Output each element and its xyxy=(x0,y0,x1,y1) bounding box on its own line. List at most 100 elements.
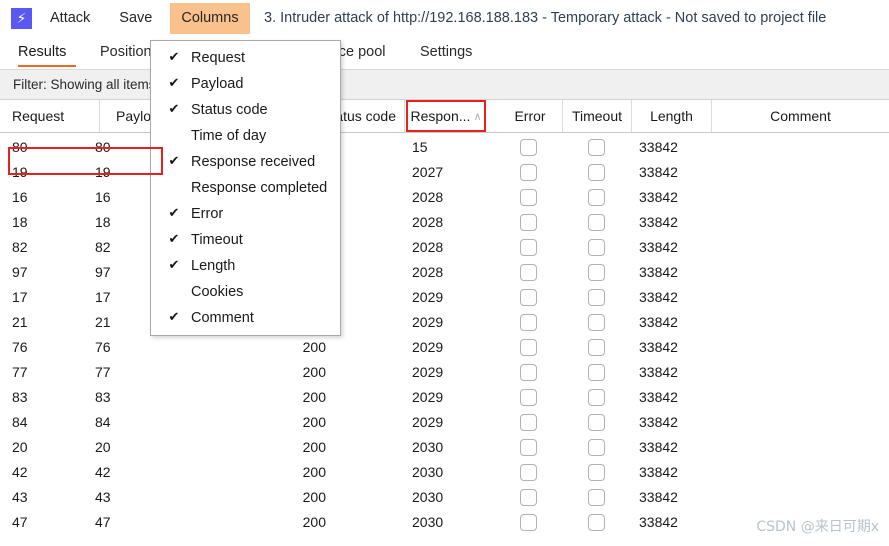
tab-results[interactable]: Results xyxy=(18,37,76,70)
table-row[interactable]: 43 43 200 2030 33842 xyxy=(0,485,889,510)
menu-item-timeout[interactable]: ✔ Timeout xyxy=(151,227,340,253)
timeout-checkbox[interactable] xyxy=(588,164,605,181)
check-icon: ✔ xyxy=(168,102,180,117)
column-header-error[interactable]: Error xyxy=(498,100,563,132)
check-icon: ✔ xyxy=(168,258,180,273)
filter-bar[interactable]: Filter: Showing all items xyxy=(0,70,889,100)
table-row[interactable]: 20 20 200 2030 33842 xyxy=(0,435,889,460)
cell-resp: 15 xyxy=(412,139,428,155)
table-row[interactable]: 8282200202833842 xyxy=(0,235,889,260)
menu-item-time-of-day[interactable]: Time of day xyxy=(151,123,340,149)
timeout-checkbox[interactable] xyxy=(588,189,605,206)
error-checkbox[interactable] xyxy=(520,139,537,156)
check-icon: ✔ xyxy=(168,50,180,65)
timeout-checkbox[interactable] xyxy=(588,314,605,331)
column-header-label: Respon... xyxy=(410,108,471,124)
timeout-checkbox[interactable] xyxy=(588,139,605,156)
table-row[interactable]: 77 77 200 2029 33842 xyxy=(0,360,889,385)
column-header-resp[interactable]: Respon... ∧ xyxy=(406,100,486,132)
timeout-checkbox[interactable] xyxy=(588,214,605,231)
error-checkbox[interactable] xyxy=(520,489,537,506)
menu-item-cookies[interactable]: Cookies xyxy=(151,279,340,305)
table-row[interactable]: 1919200202733842 xyxy=(0,160,889,185)
menu-item-response-completed[interactable]: Response completed xyxy=(151,175,340,201)
table-row[interactable]: 83 83 200 2029 33842 xyxy=(0,385,889,410)
table-row[interactable]: 1818200202833842 xyxy=(0,210,889,235)
timeout-checkbox[interactable] xyxy=(588,489,605,506)
error-checkbox[interactable] xyxy=(520,464,537,481)
cell-request: 20 xyxy=(12,439,28,455)
menu-item-comment[interactable]: ✔ Comment xyxy=(151,305,340,331)
timeout-checkbox[interactable] xyxy=(588,389,605,406)
error-checkbox[interactable] xyxy=(520,514,537,531)
cell-request: 21 xyxy=(12,314,28,330)
window-title: 3. Intruder attack of http://192.168.188… xyxy=(264,10,827,26)
error-checkbox[interactable] xyxy=(520,439,537,456)
columns-dropdown-menu[interactable]: ✔ Request ✔ Payload ✔ Status code Time of day ✔… xyxy=(150,40,341,336)
table-row[interactable]: 76 76 200 2029 33842 xyxy=(0,335,889,360)
menu-item-error[interactable]: ✔ Error xyxy=(151,201,340,227)
tab-settings[interactable]: Settings xyxy=(420,37,490,70)
table-row[interactable]: 84 84 200 2029 33842 xyxy=(0,410,889,435)
timeout-checkbox[interactable] xyxy=(588,364,605,381)
timeout-checkbox[interactable] xyxy=(588,414,605,431)
error-checkbox[interactable] xyxy=(520,189,537,206)
table-row[interactable]: 1616200202833842 xyxy=(0,185,889,210)
cell-resp: 2029 xyxy=(412,289,444,305)
timeout-checkbox[interactable] xyxy=(588,239,605,256)
menu-item-label: Time of day xyxy=(191,128,267,144)
table-row[interactable]: 2121200202933842 xyxy=(0,310,889,335)
timeout-checkbox[interactable] xyxy=(588,464,605,481)
timeout-checkbox[interactable] xyxy=(588,514,605,531)
check-icon: ✔ xyxy=(168,154,180,169)
cell-length: 33842 xyxy=(639,439,678,455)
filter-label: Filter: Showing all items xyxy=(13,77,156,92)
timeout-checkbox[interactable] xyxy=(588,289,605,306)
timeout-checkbox[interactable] xyxy=(588,439,605,456)
error-checkbox[interactable] xyxy=(520,164,537,181)
menu-item-request[interactable]: ✔ Request xyxy=(151,45,340,71)
column-header-label: Length xyxy=(650,108,693,124)
table-row[interactable]: 9797200202833842 xyxy=(0,260,889,285)
save-button[interactable]: Save xyxy=(108,3,163,34)
error-checkbox[interactable] xyxy=(520,389,537,406)
error-checkbox[interactable] xyxy=(520,239,537,256)
timeout-checkbox[interactable] xyxy=(588,264,605,281)
table-row[interactable]: 1717200202933842 xyxy=(0,285,889,310)
timeout-checkbox[interactable] xyxy=(588,339,605,356)
cell-resp: 2028 xyxy=(412,214,444,230)
table-row[interactable]: 80802001533842 xyxy=(0,135,889,160)
menu-item-response-received[interactable]: ✔ Response received xyxy=(151,149,340,175)
error-checkbox[interactable] xyxy=(520,414,537,431)
cell-resp: 2028 xyxy=(412,239,444,255)
columns-button[interactable]: Columns xyxy=(170,3,250,34)
cell-resp: 2029 xyxy=(412,314,444,330)
column-header-request[interactable]: Request xyxy=(0,100,100,132)
column-header-length[interactable]: Length xyxy=(632,100,712,132)
cell-resp: 2029 xyxy=(412,389,444,405)
cell-request: 16 xyxy=(12,189,28,205)
cell-status: 200 xyxy=(302,489,326,505)
cell-length: 33842 xyxy=(639,314,678,330)
error-checkbox[interactable] xyxy=(520,339,537,356)
menu-item-status-code[interactable]: ✔ Status code xyxy=(151,97,340,123)
error-checkbox[interactable] xyxy=(520,364,537,381)
menu-item-label: Length xyxy=(191,258,236,274)
attack-button[interactable]: Attack xyxy=(39,3,101,34)
error-checkbox[interactable] xyxy=(520,314,537,331)
cell-length: 33842 xyxy=(639,164,678,180)
cell-request: 17 xyxy=(12,289,28,305)
menu-item-payload[interactable]: ✔ Payload xyxy=(151,71,340,97)
table-row[interactable]: 42 42 200 2030 33842 xyxy=(0,460,889,485)
column-header-comment[interactable]: Comment xyxy=(712,100,889,132)
error-checkbox[interactable] xyxy=(520,214,537,231)
menu-item-length[interactable]: ✔ Length xyxy=(151,253,340,279)
menu-item-label: Response received xyxy=(191,154,316,170)
column-header-timeout[interactable]: Timeout xyxy=(563,100,632,132)
error-checkbox[interactable] xyxy=(520,264,537,281)
cell-resp: 2027 xyxy=(412,164,444,180)
error-checkbox[interactable] xyxy=(520,289,537,306)
cell-status: 200 xyxy=(302,514,326,530)
cell-length: 33842 xyxy=(639,139,678,155)
cell-request: 77 xyxy=(12,364,28,380)
